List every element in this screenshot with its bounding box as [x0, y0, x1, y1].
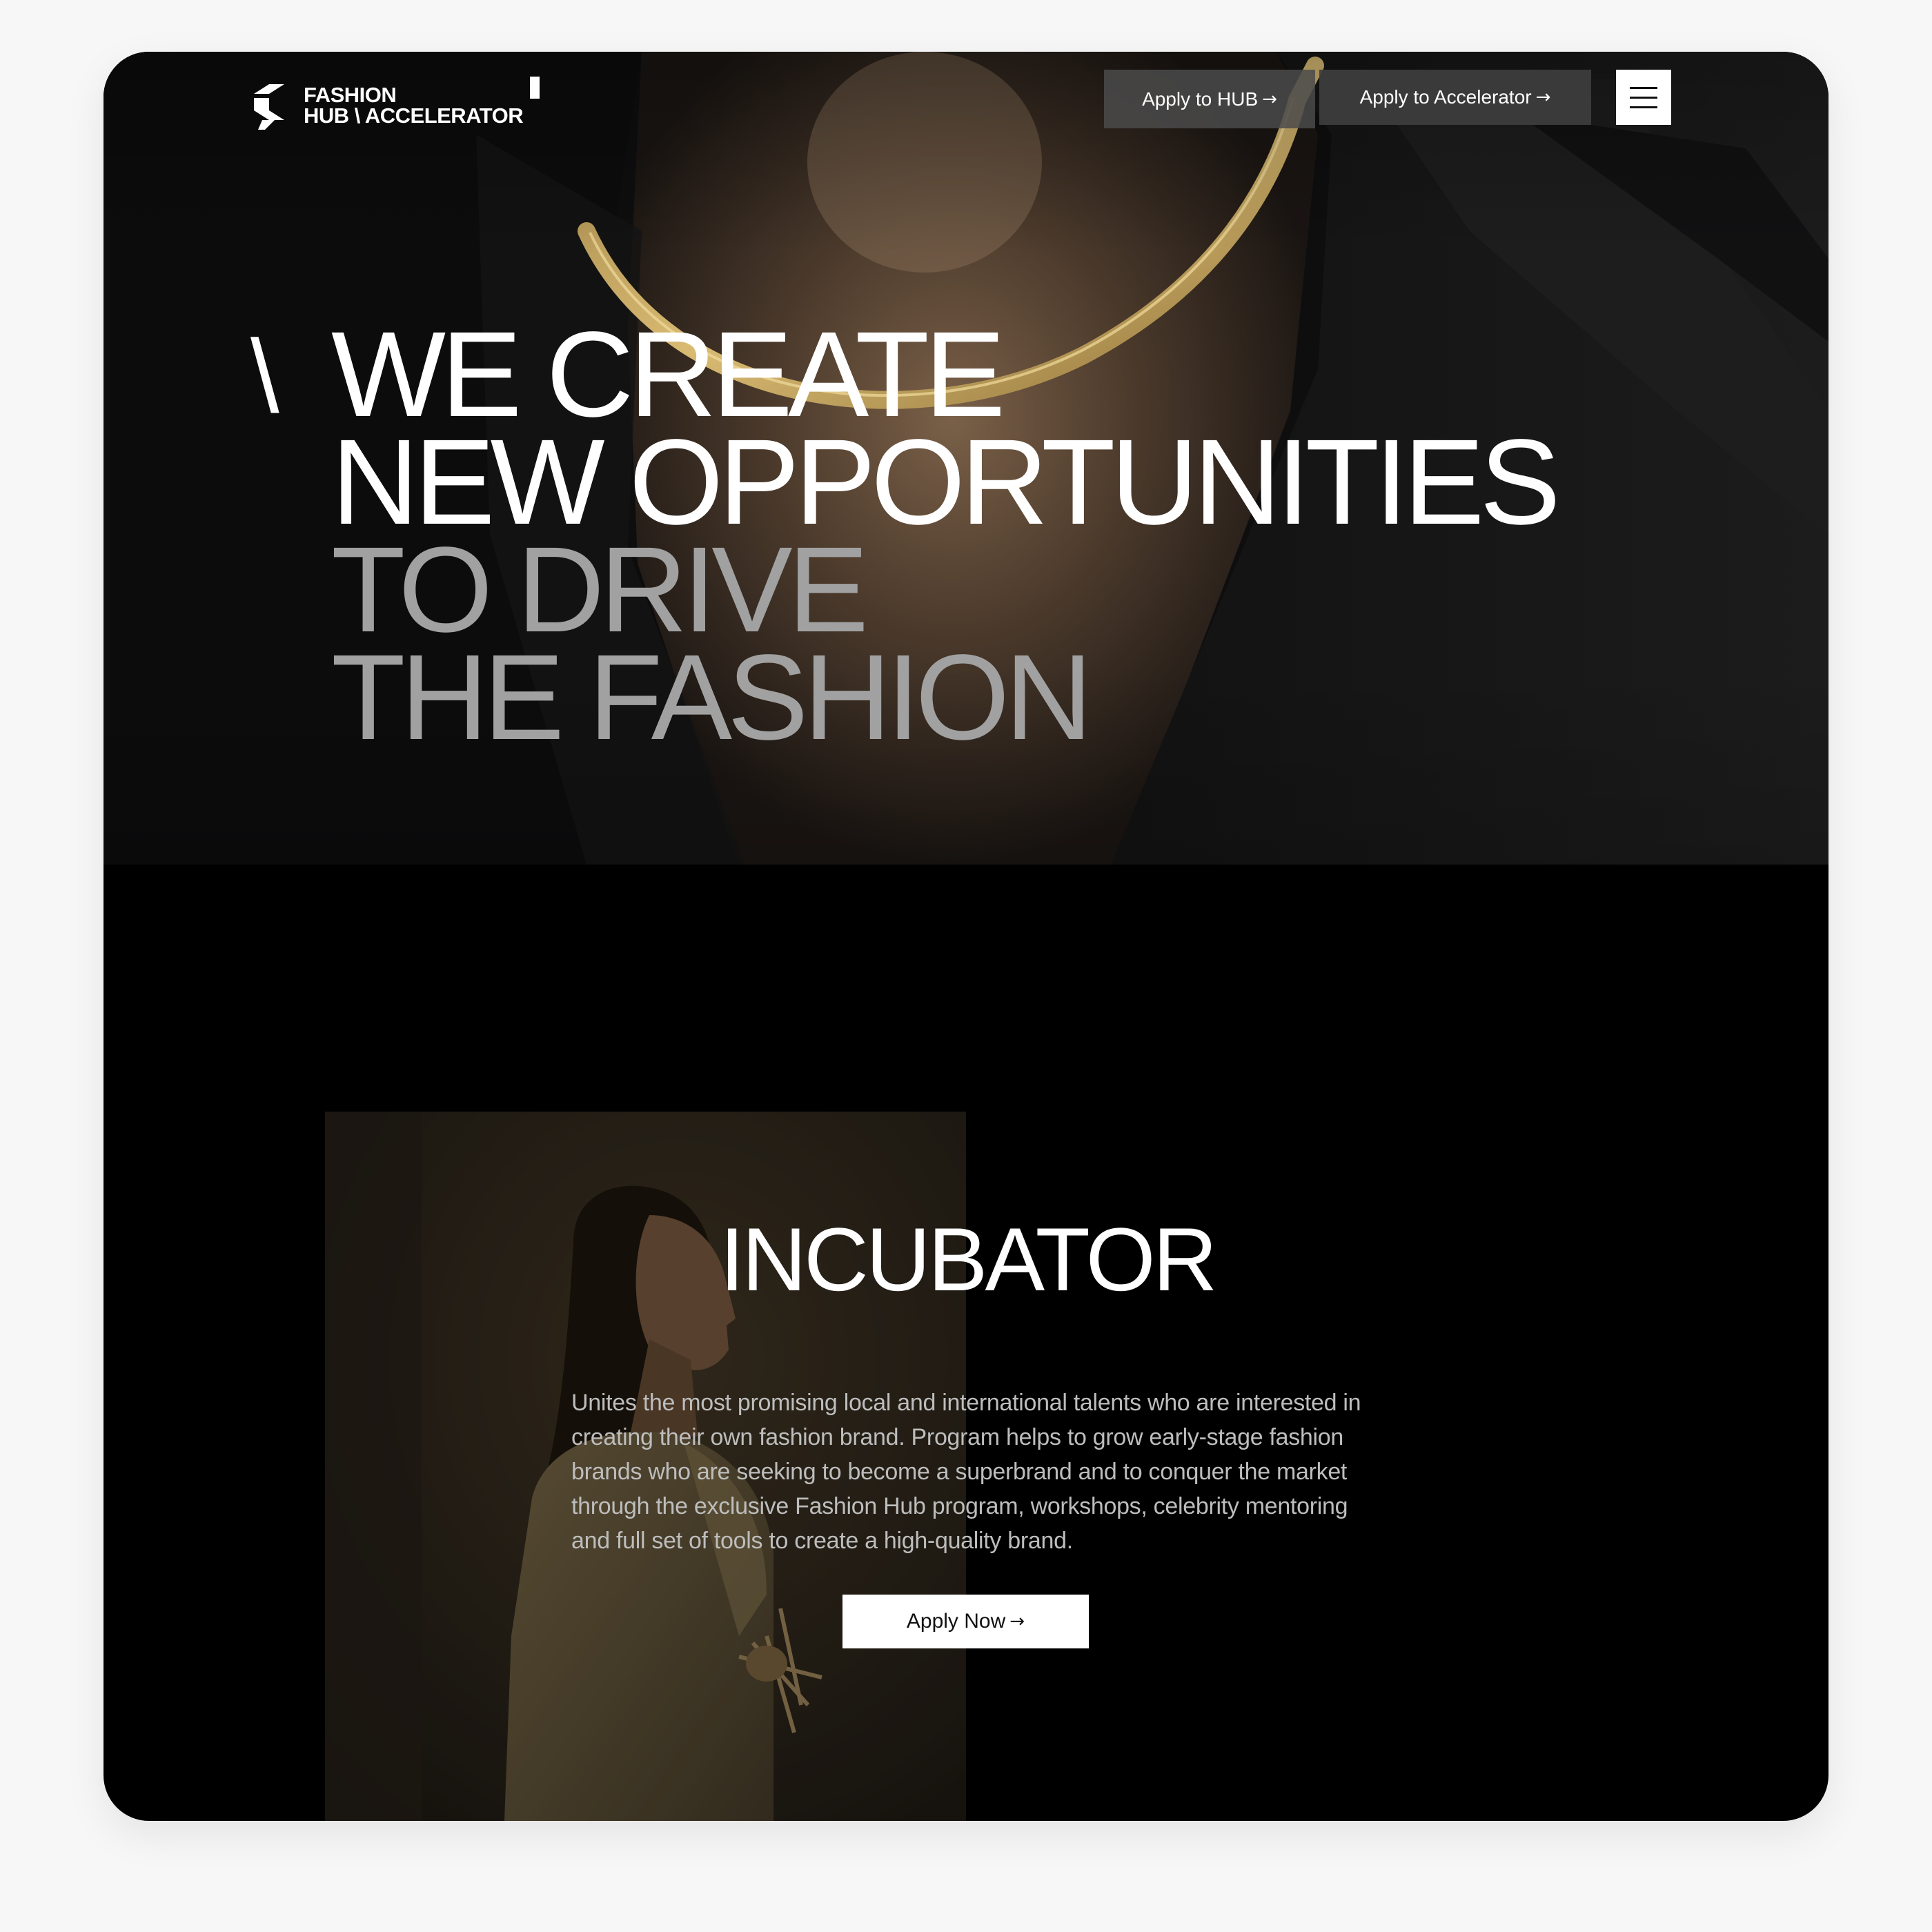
logo-wordmark: FASHION HUB \ ACCELERATOR: [304, 83, 524, 128]
headline-slash: \: [250, 318, 279, 434]
hero-section: FASHION HUB \ ACCELERATOR Apply to HUB →…: [103, 52, 1828, 865]
hamburger-menu-icon-bar: [1630, 86, 1657, 89]
incubator-title: INCUBATOR: [720, 1209, 1218, 1310]
hero-headline: WE CREATE NEW OPPORTUNITIES TO DRIVE THE…: [331, 307, 1561, 765]
hamburger-menu-icon-bar: [1630, 106, 1657, 108]
logo-flag-mark: [530, 77, 540, 99]
incubator-description: Unites the most promising local and inte…: [571, 1390, 1361, 1554]
headline-line-2: NEW OPPORTUNITIES: [331, 415, 1561, 550]
apply-to-hub-button[interactable]: Apply to HUB →: [1104, 70, 1315, 128]
apply-to-accelerator-button[interactable]: Apply to Accelerator →: [1319, 70, 1591, 125]
page-frame: FASHION HUB \ ACCELERATOR Apply to HUB →…: [103, 52, 1828, 1821]
hamburger-menu-icon-bar: [1630, 96, 1657, 99]
headline-line-1: WE CREATE: [331, 307, 1005, 442]
apply-now-label: Apply Now: [906, 1610, 1006, 1633]
headline-line-3: TO DRIVE: [331, 522, 869, 658]
apply-to-accelerator-label: Apply to Accelerator: [1359, 86, 1532, 108]
hamburger-menu-button[interactable]: [1616, 70, 1671, 125]
arrow-right-icon: →: [1009, 1611, 1025, 1632]
arrow-right-icon: →: [1535, 87, 1551, 108]
logo-line-1: FASHION: [304, 83, 397, 107]
apply-to-hub-label: Apply to HUB: [1142, 88, 1259, 110]
logo-mark-icon: [254, 84, 284, 130]
arrow-right-icon: →: [1262, 88, 1277, 110]
brand-logo[interactable]: FASHION HUB \ ACCELERATOR: [250, 77, 524, 135]
logo-line-2: HUB \ ACCELERATOR: [304, 103, 524, 128]
headline-line-4: THE FASHION: [331, 630, 1092, 765]
apply-now-button[interactable]: Apply Now →: [842, 1595, 1089, 1648]
